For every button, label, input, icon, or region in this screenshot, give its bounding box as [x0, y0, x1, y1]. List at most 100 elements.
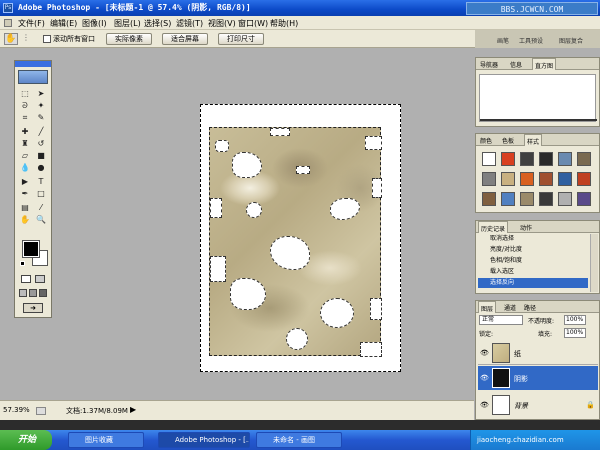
fit-screen-button[interactable]: 适合屏幕 [162, 33, 208, 45]
blur-tool-icon[interactable]: 💧 [19, 163, 31, 173]
style-swatch[interactable] [539, 172, 553, 186]
layer-row-selected[interactable]: 👁 阴影 [478, 366, 598, 390]
hand-tool-icon[interactable]: ✋ [19, 215, 31, 225]
style-swatch[interactable] [501, 172, 515, 186]
style-swatch[interactable] [577, 192, 591, 206]
layer-row[interactable]: 👁 纸 [478, 341, 598, 365]
shape-tool-icon[interactable]: □ [35, 189, 47, 199]
tab-actions[interactable]: 动作 [520, 223, 532, 232]
adobe-online-icon[interactable] [18, 70, 48, 84]
slice-tool-icon[interactable]: ✎ [35, 113, 47, 123]
opacity-field[interactable]: 100% [564, 315, 586, 325]
eye-icon[interactable]: 👁 [480, 401, 489, 409]
notes-tool-icon[interactable]: ▤ [19, 203, 31, 213]
screen-mode-full-menu-icon[interactable] [29, 289, 37, 297]
history-scrollbar[interactable] [590, 234, 598, 292]
jump-to-imageready-icon[interactable]: ➜ [23, 303, 43, 313]
magic-wand-tool-icon[interactable]: ✦ [35, 101, 47, 111]
quickmask-mode-icon[interactable] [35, 275, 45, 283]
tab-info[interactable]: 信息 [510, 60, 522, 69]
history-brush-tool-icon[interactable]: ↺ [35, 139, 47, 149]
tab-history[interactable]: 历史记录 [478, 221, 509, 233]
actual-pixels-button[interactable]: 实际像素 [106, 33, 152, 45]
style-swatch[interactable] [482, 192, 496, 206]
menu-help[interactable]: 帮助(H) [270, 18, 298, 29]
eyedropper-tool-icon[interactable]: ⁄ [35, 203, 47, 213]
eye-icon[interactable]: 👁 [480, 374, 489, 382]
history-item[interactable]: 取消选择 [490, 234, 590, 244]
style-swatch[interactable] [539, 192, 553, 206]
menu-edit[interactable]: 编辑(E) [50, 18, 77, 29]
gradient-tool-icon[interactable]: ■ [35, 151, 47, 161]
palette-well-tool-presets[interactable]: 工具预设 [519, 36, 543, 45]
tab-styles[interactable]: 样式 [524, 134, 543, 146]
standard-mode-icon[interactable] [21, 275, 31, 283]
style-swatch[interactable] [558, 152, 572, 166]
menu-filter[interactable]: 滤镜(T) [176, 18, 203, 29]
history-item-current[interactable]: 选择反向 [478, 278, 588, 288]
style-swatch[interactable] [520, 152, 534, 166]
menu-image[interactable]: 图像(I) [82, 18, 107, 29]
crop-tool-icon[interactable]: ⌗ [19, 113, 31, 123]
tab-swatches[interactable]: 色板 [502, 136, 514, 145]
status-arrow-icon[interactable]: ▶ [130, 405, 136, 414]
history-item[interactable]: 色相/饱和度 [490, 256, 590, 266]
style-swatch[interactable] [501, 152, 515, 166]
toolbox-title-bar[interactable] [15, 61, 51, 67]
scroll-all-windows-checkbox[interactable] [43, 35, 51, 43]
task-button-paint[interactable]: 未命名 - 画图 [256, 432, 342, 448]
style-swatch[interactable] [482, 172, 496, 186]
eraser-tool-icon[interactable]: ▱ [19, 151, 31, 161]
task-button-pictures[interactable]: 图片收藏 [68, 432, 144, 448]
palette-well-layer-comps[interactable]: 图层复合 [559, 36, 583, 45]
tab-channels[interactable]: 通道 [504, 303, 516, 312]
style-swatch[interactable] [482, 152, 496, 166]
palette-well-brushes[interactable]: 画笔 [497, 36, 509, 45]
style-swatch[interactable] [577, 152, 591, 166]
hand-tool-icon[interactable]: ✋ [4, 33, 18, 45]
history-item[interactable]: 亮度/对比度 [490, 245, 590, 255]
tab-paths[interactable]: 路径 [524, 303, 536, 312]
menu-layer[interactable]: 图层(L) [114, 18, 141, 29]
menu-select[interactable]: 选择(S) [144, 18, 171, 29]
style-swatch[interactable] [558, 172, 572, 186]
menu-view[interactable]: 视图(V) [208, 18, 236, 29]
type-tool-icon[interactable]: T [35, 177, 47, 187]
style-swatch[interactable] [501, 192, 515, 206]
style-swatch[interactable] [520, 192, 534, 206]
tab-histogram[interactable]: 直方图 [532, 58, 557, 70]
style-swatch[interactable] [577, 172, 591, 186]
path-selection-tool-icon[interactable]: ▶ [19, 177, 31, 187]
pen-tool-icon[interactable]: ✒ [19, 189, 31, 199]
lasso-tool-icon[interactable]: ᘐ [19, 101, 31, 111]
foreground-color-swatch[interactable] [22, 240, 40, 258]
menu-window[interactable]: 窗口(W) [238, 18, 268, 29]
style-swatch[interactable] [520, 172, 534, 186]
history-item[interactable]: 载入选区 [490, 267, 590, 277]
tab-color[interactable]: 颜色 [480, 136, 492, 145]
marquee-tool-icon[interactable]: ⬚ [19, 89, 31, 99]
dodge-tool-icon[interactable]: ● [35, 163, 47, 173]
blend-mode-select[interactable]: 正常 [479, 315, 523, 325]
move-tool-icon[interactable]: ➤ [35, 89, 47, 99]
status-bar: 57.39% 文档:1.37M/8.09M ▶ [0, 400, 474, 420]
print-size-button[interactable]: 打印尺寸 [218, 33, 264, 45]
default-colors-icon[interactable] [20, 261, 25, 266]
screen-mode-standard-icon[interactable] [19, 289, 27, 297]
tab-navigator[interactable]: 导航器 [480, 60, 498, 69]
task-button-photoshop[interactable]: Adobe Photoshop - [... [158, 432, 250, 448]
clone-stamp-tool-icon[interactable]: ♜ [19, 139, 31, 149]
screen-mode-full-icon[interactable] [39, 289, 47, 297]
healing-brush-tool-icon[interactable]: ✚ [19, 127, 31, 137]
brush-tool-icon[interactable]: ╱ [35, 127, 47, 137]
layer-row[interactable]: 👁 背景 🔒 [478, 393, 598, 417]
style-swatch[interactable] [558, 192, 572, 206]
style-swatch[interactable] [539, 152, 553, 166]
start-button[interactable]: 开始 [0, 430, 52, 450]
fill-field[interactable]: 100% [564, 328, 586, 338]
tab-layers[interactable]: 图层 [478, 301, 497, 313]
menu-file[interactable]: 文件(F) [18, 18, 45, 29]
zoom-tool-icon[interactable]: 🔍 [35, 215, 47, 225]
eye-icon[interactable]: 👁 [480, 349, 489, 357]
zoom-level[interactable]: 57.39% [3, 406, 30, 414]
